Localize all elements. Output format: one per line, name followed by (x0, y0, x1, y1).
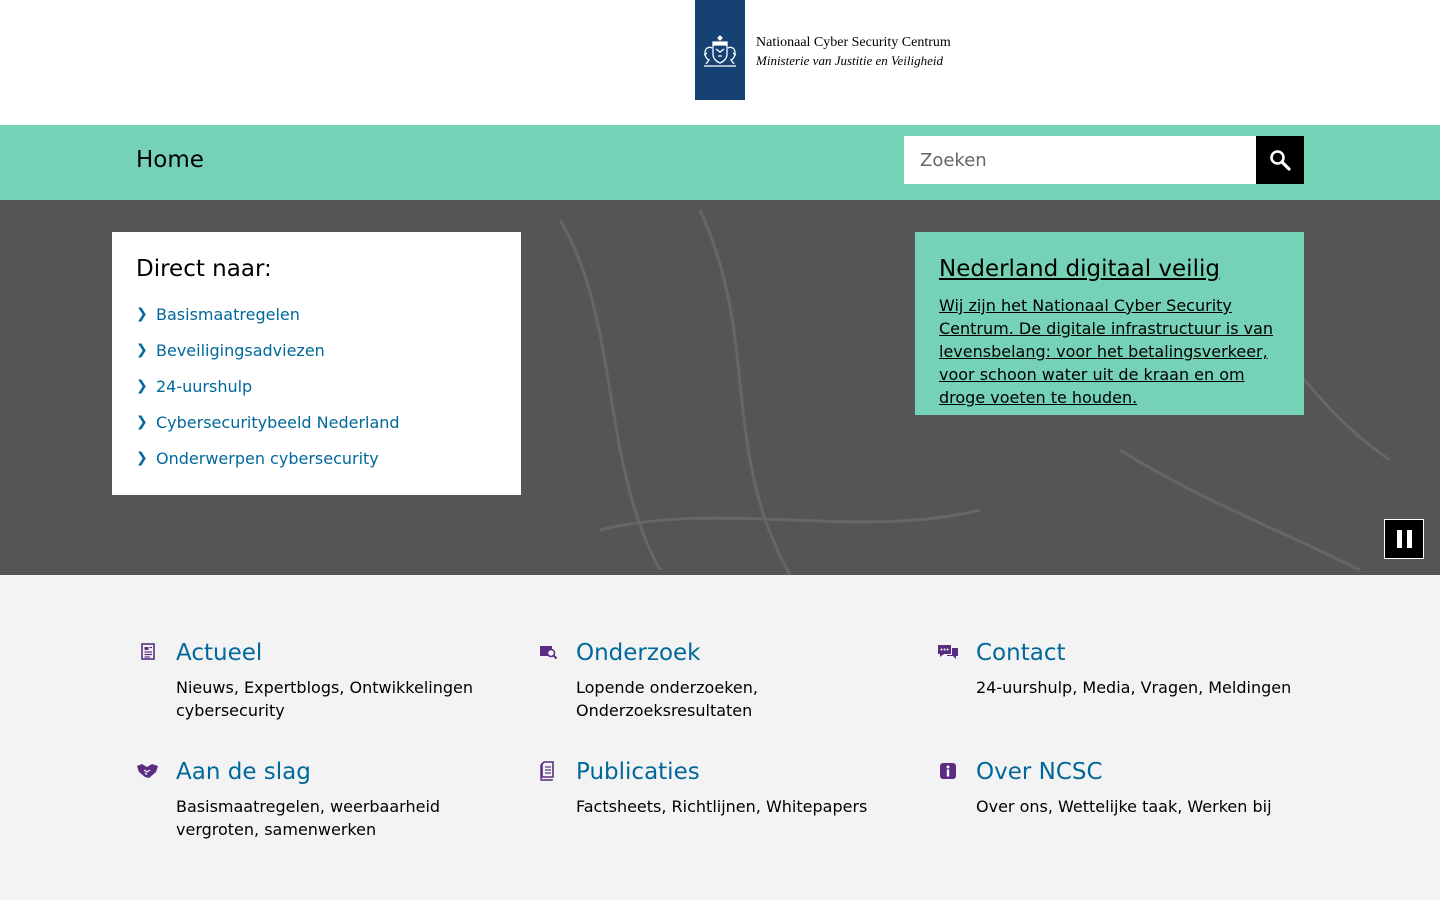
tile-onderzoek: Onderzoek Lopende onderzoeken, Onderzoek… (536, 636, 904, 722)
tile-actueel: Actueel Nieuws, Expertblogs, Ontwikkelin… (136, 636, 504, 722)
direct-link-item: ❯ Beveiligingsadviezen (136, 332, 497, 368)
chevron-right-icon: ❯ (136, 306, 148, 322)
direct-links-panel: Direct naar: ❯ Basismaatregelen ❯ Beveilig… (112, 232, 521, 495)
tile-over-ncsc: Over NCSC Over ons, Wettelijke taak, Wer… (936, 755, 1304, 818)
tile-description: Factsheets, Richtlijnen, Whitepapers (576, 797, 868, 816)
newspaper-icon (141, 643, 155, 660)
direct-links-list: ❯ Basismaatregelen ❯ Beveiligingsadviezen … (136, 296, 497, 476)
search-input[interactable] (904, 136, 1256, 184)
nav-home-link[interactable]: Home (136, 147, 204, 173)
chevron-right-icon: ❯ (136, 378, 148, 394)
direct-link-item: ❯ Cybersecuritybeeld Nederland (136, 404, 497, 440)
search-icon (1270, 150, 1291, 171)
logo-ministry: Ministerie van Justitie en Veiligheid (756, 52, 944, 68)
pause-button[interactable] (1384, 519, 1424, 559)
tile-title[interactable]: Onderzoek (576, 636, 904, 670)
pause-icon-bar (1396, 530, 1402, 548)
search-form (904, 136, 1304, 184)
direct-links-title: Direct naar: (136, 256, 272, 282)
site-logo[interactable]: Nationaal Cyber Security Centrum Ministe… (695, 0, 951, 100)
tile-title[interactable]: Over NCSC (976, 755, 1304, 789)
promo-text[interactable]: Wij zijn het Nationaal Cyber Security Ce… (939, 294, 1280, 409)
tile-description: Over ons, Wettelijke taak, Werken bij (976, 797, 1272, 816)
tile-title[interactable]: Actueel (176, 636, 504, 670)
logo-name: Nationaal Cyber Security Centrum (756, 34, 951, 50)
direct-link-cybersecuritybeeld[interactable]: Cybersecuritybeeld Nederland (156, 413, 400, 432)
tile-contact: Contact 24-uurshulp, Media, Vragen, Meld… (936, 636, 1304, 699)
tile-title[interactable]: Contact (976, 636, 1304, 670)
tile-title[interactable]: Aan de slag (176, 755, 504, 789)
research-icon (540, 646, 558, 660)
site-header: Nationaal Cyber Security Centrum Ministe… (0, 0, 1440, 125)
direct-link-beveiligingsadviezen[interactable]: Beveiligingsadviezen (156, 341, 325, 360)
chat-icon (938, 645, 958, 659)
search-button[interactable] (1256, 136, 1304, 184)
direct-link-basismaatregelen[interactable]: Basismaatregelen (156, 305, 300, 324)
info-icon (940, 763, 956, 779)
promo-panel[interactable]: Nederland digitaal veilig Wij zijn het N… (915, 232, 1304, 415)
tile-publicaties: Publicaties Factsheets, Richtlijnen, Whi… (536, 755, 904, 818)
direct-link-24-uurshulp[interactable]: 24-uurshulp (156, 377, 252, 396)
promo-title[interactable]: Nederland digitaal veilig (939, 256, 1280, 282)
hero-banner: Direct naar: ❯ Basismaatregelen ❯ Beveilig… (0, 200, 1440, 575)
chevron-right-icon: ❯ (136, 414, 148, 430)
document-icon (540, 761, 554, 781)
handshake-icon (137, 764, 158, 778)
pause-icon-bar (1406, 530, 1412, 548)
chevron-right-icon: ❯ (136, 450, 148, 466)
tile-description: Basismaatregelen, weerbaarheid vergroten… (176, 797, 441, 839)
tile-description: 24-uurshulp, Media, Vragen, Meldingen (976, 678, 1292, 697)
direct-link-item: ❯ Onderwerpen cybersecurity (136, 440, 497, 476)
tile-aan-de-slag: Aan de slag Basismaatregelen, weerbaarhe… (136, 755, 504, 841)
tile-description: Nieuws, Expertblogs, Ontwikkelingen cybe… (176, 678, 473, 720)
direct-link-onderwerpen[interactable]: Onderwerpen cybersecurity (156, 449, 379, 468)
tile-title[interactable]: Publicaties (576, 755, 904, 789)
crest-emblem-icon (695, 0, 745, 100)
main-navigation: Home (0, 125, 1440, 200)
chevron-right-icon: ❯ (136, 342, 148, 358)
direct-link-item: ❯ 24-uurshulp (136, 368, 497, 404)
tile-description: Lopende onderzoeken, Onderzoeksresultate… (576, 678, 758, 720)
direct-link-item: ❯ Basismaatregelen (136, 296, 497, 332)
